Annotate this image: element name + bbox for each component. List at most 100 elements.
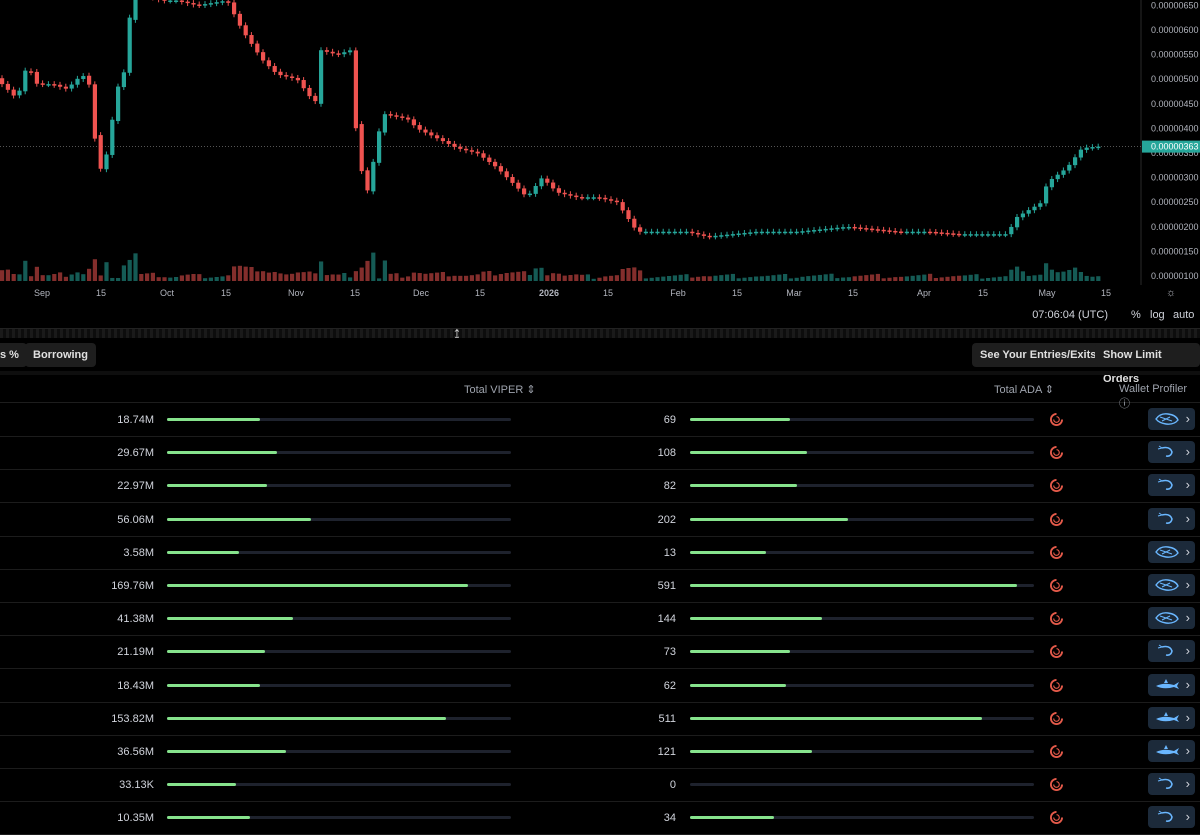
table-row: 169.76M 591 › <box>0 569 1200 603</box>
candle-body <box>191 3 196 5</box>
date-tick-label: Mar <box>786 288 802 298</box>
volume-bar <box>649 277 654 281</box>
shark-icon <box>1154 710 1180 726</box>
volume-bar <box>568 275 573 281</box>
wallet-profiler-button[interactable]: › <box>1148 773 1195 796</box>
candle-body <box>5 83 10 90</box>
chevron-right-icon: › <box>1185 643 1190 659</box>
entries-exits-button[interactable]: See Your Entries/Exits <box>972 343 1105 367</box>
volume-bar <box>133 253 138 281</box>
price-chart-panel[interactable]: 0.00000650 0.00000600 0.00000550 0.00000500… <box>0 0 1200 328</box>
date-tick-label: May <box>1038 288 1056 298</box>
candle-body <box>75 78 80 85</box>
volume-bar <box>794 277 799 281</box>
wallet-profiler-button[interactable]: › <box>1148 806 1195 829</box>
total-viper-value: 153.82M <box>111 712 154 725</box>
price-tick-label: 0.00000200 <box>1151 222 1199 232</box>
wallet-profiler-button[interactable]: › <box>1148 507 1195 530</box>
volume-bar <box>667 276 672 281</box>
volume-bar <box>116 278 121 281</box>
volume-bar <box>469 275 474 281</box>
candle-body <box>736 233 741 236</box>
viper-share-fill <box>167 716 446 720</box>
volume-bar <box>40 275 45 281</box>
volume-bar <box>284 274 289 281</box>
volume-bar <box>29 276 34 281</box>
tab-partial[interactable]: s % <box>0 343 27 367</box>
volume-bar <box>974 274 979 281</box>
table-row: 36.56M 121 › <box>0 735 1200 769</box>
wallet-profiler-button[interactable]: › <box>1148 474 1195 497</box>
ada-share-fill <box>690 716 983 720</box>
chevron-right-icon: › <box>1185 676 1190 692</box>
loading-spinner-icon <box>1050 711 1063 725</box>
whale-icon <box>1154 610 1180 626</box>
chevron-right-icon: › <box>1185 776 1190 792</box>
volume-bar <box>678 274 683 281</box>
candle-body <box>522 188 527 195</box>
volume-bar <box>585 274 590 281</box>
candle-body <box>632 218 637 228</box>
candle-body <box>661 231 666 234</box>
wallet-profiler-button[interactable]: › <box>1148 640 1195 663</box>
total-ada-header[interactable]: Total ADA ⇕ <box>994 383 1054 396</box>
wallet-profiler-button[interactable]: › <box>1148 408 1195 430</box>
ada-share-fill <box>690 584 1017 587</box>
candle-body <box>58 84 63 87</box>
viper-share-fill <box>167 517 312 521</box>
candlestick-chart[interactable]: 0.00000650 0.00000600 0.00000550 0.00000500… <box>0 0 1200 300</box>
candle-body <box>759 231 764 234</box>
wallet-profiler-button[interactable]: › <box>1148 441 1195 464</box>
volume-bar <box>719 275 724 281</box>
shrimp-icon <box>1154 477 1180 493</box>
chevron-right-icon: › <box>1185 543 1190 559</box>
table-row: 18.43M 62 › <box>0 669 1200 703</box>
volume-bar <box>597 277 602 281</box>
ada-share-fill <box>690 451 807 455</box>
viper-share-bar <box>167 617 511 621</box>
wallet-profiler-button[interactable]: › <box>1148 673 1195 696</box>
wallet-profiler-button[interactable]: › <box>1148 540 1195 563</box>
candle-body <box>342 52 347 55</box>
volume-bar <box>754 276 759 281</box>
settings-icon: ☼ <box>1166 287 1176 299</box>
viper-share-fill <box>167 617 293 621</box>
total-ada-value: 108 <box>657 447 676 460</box>
wallet-profiler-button[interactable]: › <box>1148 740 1195 762</box>
volume-bar <box>423 273 428 281</box>
candle-body <box>487 157 492 163</box>
candle-body <box>951 233 956 235</box>
viper-share-bar <box>167 650 511 654</box>
candle-body <box>319 50 324 104</box>
auto-scale-toggle[interactable]: auto <box>1173 309 1194 321</box>
total-viper-header[interactable]: Total VIPER ⇕ <box>464 383 536 396</box>
wallet-profiler-button[interactable]: › <box>1148 607 1195 630</box>
volume-bar <box>968 274 973 281</box>
limit-orders-button[interactable]: Show Limit Orders <box>1095 343 1200 385</box>
candle-body <box>986 234 991 236</box>
table-header: Total VIPER ⇕ Total ADA ⇕ Wallet Profile… <box>0 375 1200 410</box>
borrowing-button[interactable]: Borrowing <box>25 343 96 367</box>
candle-body <box>788 231 793 234</box>
wallet-profiler-button[interactable]: › <box>1148 706 1195 729</box>
candle-body <box>232 2 237 15</box>
candle-body <box>237 13 242 26</box>
ada-share-fill <box>690 517 849 521</box>
volume-bar <box>1015 266 1020 281</box>
date-tick-label: 15 <box>350 288 360 298</box>
date-tick-label: 15 <box>848 288 858 298</box>
table-row: 153.82M 511 › <box>0 702 1200 736</box>
candle-body <box>295 77 300 81</box>
viper-share-fill <box>167 750 286 753</box>
percent-scale-toggle[interactable]: % <box>1131 309 1141 321</box>
volume-bar <box>208 277 213 281</box>
candle-body <box>875 229 880 231</box>
date-tick-label: Dec <box>413 288 430 298</box>
volume-bar <box>852 276 857 281</box>
volume-bar <box>574 274 579 281</box>
candle-body <box>481 153 486 158</box>
wallet-profiler-button[interactable]: › <box>1148 574 1195 596</box>
log-scale-toggle[interactable]: log <box>1150 309 1165 321</box>
candle-body <box>852 226 857 229</box>
volume-bar <box>725 274 730 281</box>
